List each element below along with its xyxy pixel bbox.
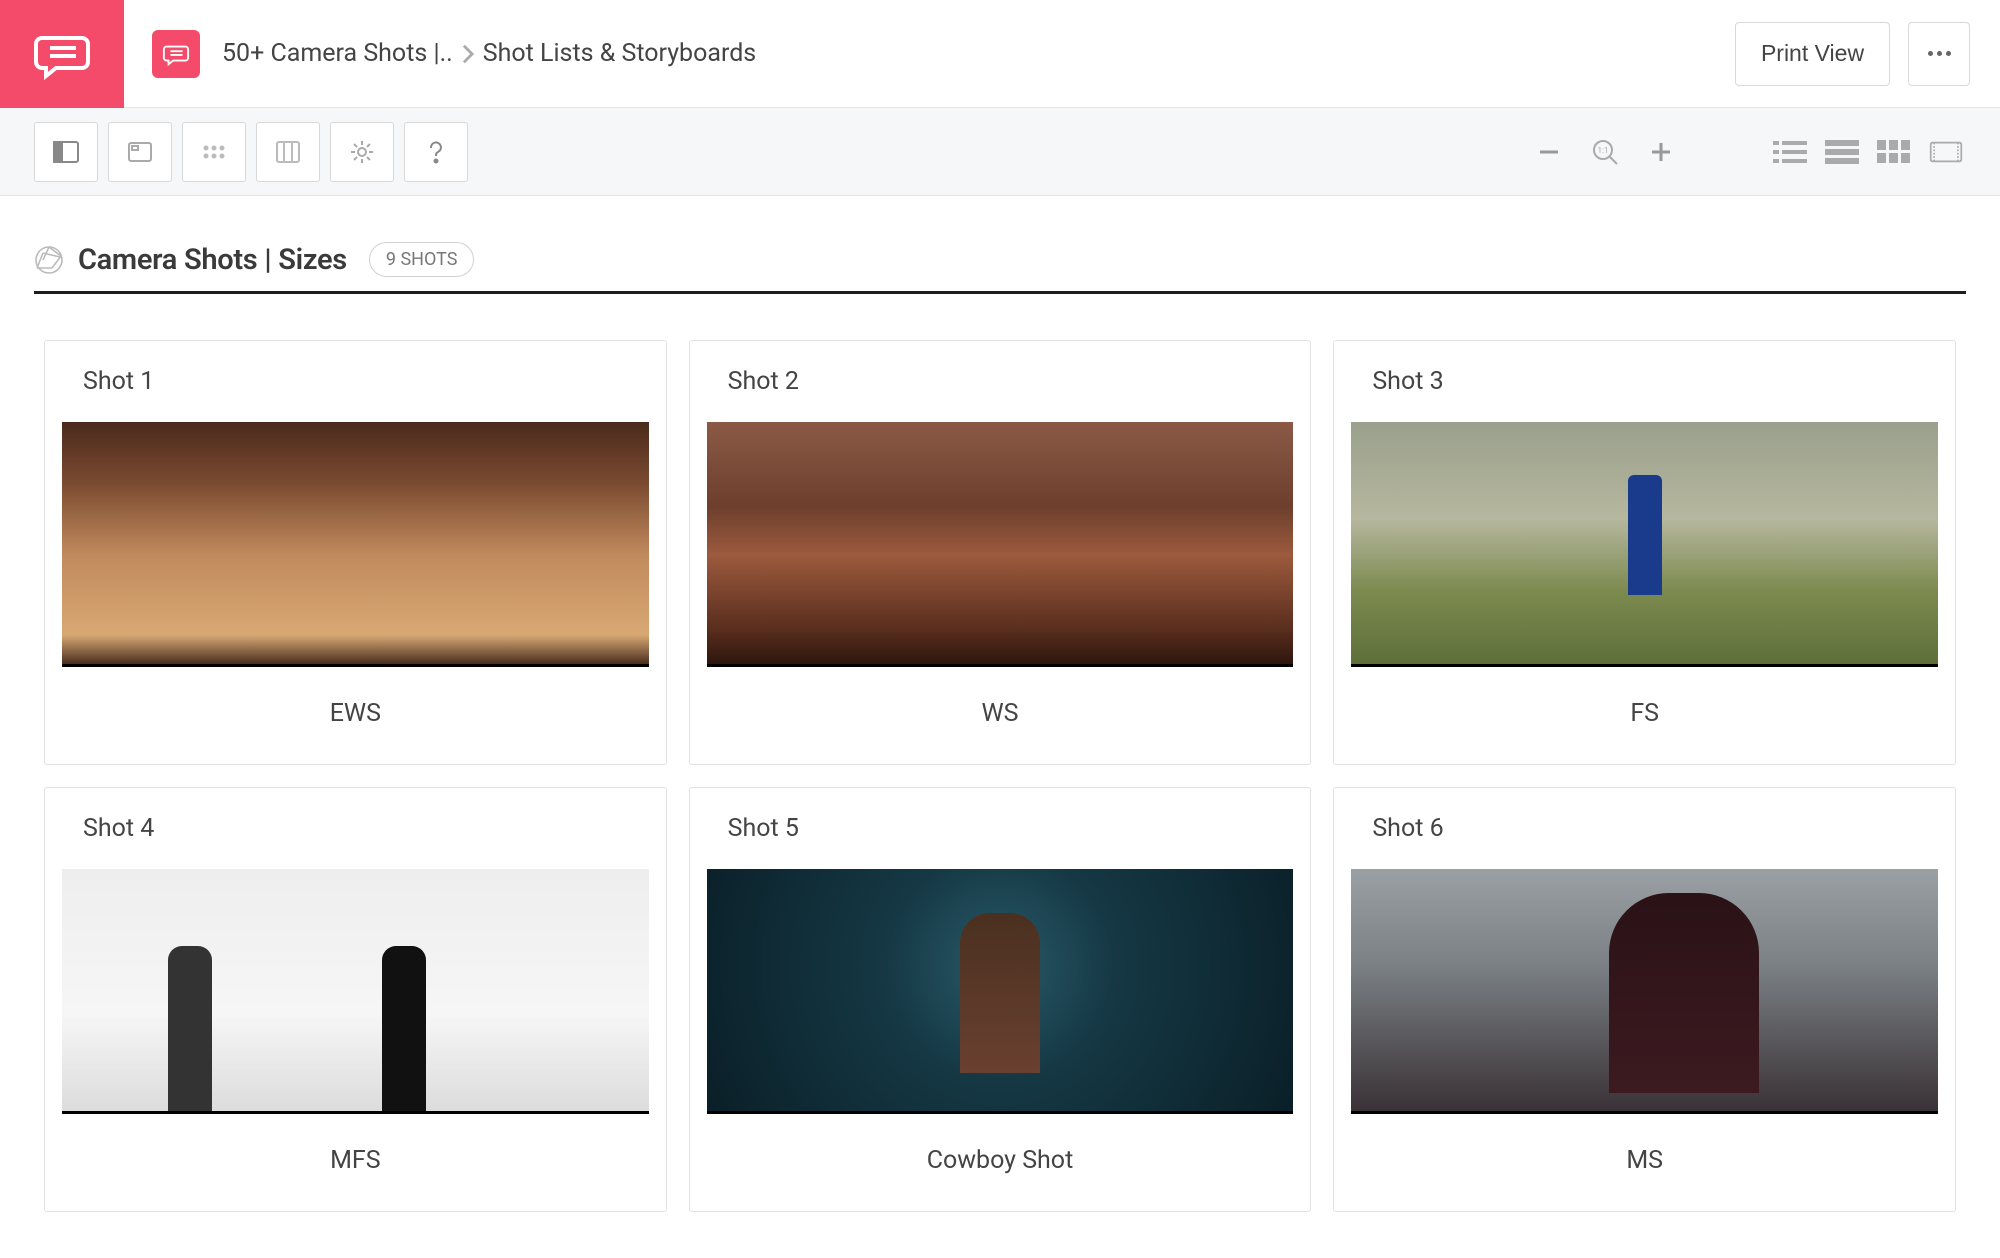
gear-icon: [347, 137, 377, 167]
shot-card[interactable]: Shot 2 WS: [689, 340, 1312, 765]
minus-icon: [1534, 137, 1564, 167]
shot-grid: Shot 1EWSShot 2WSShot 3FSShot 4MFSShot 5…: [0, 294, 2000, 1258]
svg-text:1:1: 1:1: [1598, 146, 1609, 155]
sidebar-toggle-button[interactable]: [34, 122, 98, 182]
grid-view-button[interactable]: [1874, 135, 1914, 169]
shot-type-label: EWS: [45, 667, 666, 764]
shot-title: Shot 2: [690, 341, 1311, 422]
grid-icon: [1877, 139, 1911, 165]
shot-thumbnail: [62, 869, 649, 1114]
print-view-button[interactable]: Print View: [1735, 22, 1890, 86]
app-logo[interactable]: [0, 0, 124, 108]
shot-thumbnail: [707, 422, 1294, 667]
list-icon: [1825, 139, 1859, 165]
filmstrip-icon: [1929, 139, 1963, 165]
help-button[interactable]: [404, 122, 468, 182]
shot-card[interactable]: Shot 4 MFS: [44, 787, 667, 1212]
toolbar-left: [34, 122, 468, 182]
breadcrumb-root[interactable]: 50+ Camera Shots |..: [222, 39, 453, 68]
section-title: Camera Shots | Sizes: [78, 243, 347, 277]
shot-card[interactable]: Shot 6 MS: [1333, 787, 1956, 1212]
list-view-button[interactable]: [1822, 135, 1862, 169]
settings-button[interactable]: [330, 122, 394, 182]
panel-left-icon: [51, 137, 81, 167]
breadcrumb: 50+ Camera Shots |.. Shot Lists & Storyb…: [124, 30, 1735, 78]
more-horizontal-icon: [1928, 51, 1951, 56]
columns-button[interactable]: [256, 122, 320, 182]
plus-icon: [1646, 137, 1676, 167]
frame-icon: [125, 137, 155, 167]
shot-thumbnail: [707, 869, 1294, 1114]
chat-bubble-icon: [32, 24, 92, 84]
shot-thumbnail: [62, 422, 649, 667]
shot-card[interactable]: Shot 1 EWS: [44, 340, 667, 765]
shot-card[interactable]: Shot 3 FS: [1333, 340, 1956, 765]
shot-title: Shot 5: [690, 788, 1311, 869]
more-menu-button[interactable]: [1908, 22, 1970, 86]
header-actions: Print View: [1735, 22, 2000, 86]
shot-title: Shot 3: [1334, 341, 1955, 422]
chevron-right-icon: [461, 43, 475, 65]
zoom-out-button[interactable]: [1532, 135, 1566, 169]
view-mode-group: [1770, 135, 1966, 169]
breadcrumb-current: Shot Lists & Storyboards: [483, 39, 756, 68]
grid-button[interactable]: [182, 122, 246, 182]
list-compact-view-button[interactable]: [1770, 135, 1810, 169]
columns-icon: [273, 137, 303, 167]
grid-dots-icon: [199, 137, 229, 167]
shot-type-label: MFS: [45, 1114, 666, 1211]
shot-card[interactable]: Shot 5 Cowboy Shot: [689, 787, 1312, 1212]
question-icon: [421, 137, 451, 167]
chat-bubble-icon: [162, 40, 190, 68]
zoom-reset-button[interactable]: 1:1: [1588, 135, 1622, 169]
shot-title: Shot 4: [45, 788, 666, 869]
toolbar-right: 1:1: [1532, 135, 1966, 169]
shot-type-label: Cowboy Shot: [690, 1114, 1311, 1211]
project-icon[interactable]: [152, 30, 200, 78]
shot-type-label: WS: [690, 667, 1311, 764]
frame-button[interactable]: [108, 122, 172, 182]
shot-type-label: FS: [1334, 667, 1955, 764]
filmstrip-view-button[interactable]: [1926, 135, 1966, 169]
shot-thumbnail: [1351, 422, 1938, 667]
shot-title: Shot 1: [45, 341, 666, 422]
aperture-icon: [34, 245, 64, 275]
section-header: Camera Shots | Sizes 9 SHOTS: [0, 196, 2000, 291]
shot-count-badge: 9 SHOTS: [369, 242, 475, 277]
app-header: 50+ Camera Shots |.. Shot Lists & Storyb…: [0, 0, 2000, 108]
shot-title: Shot 6: [1334, 788, 1955, 869]
shot-type-label: MS: [1334, 1114, 1955, 1211]
list-compact-icon: [1773, 139, 1807, 165]
zoom-in-button[interactable]: [1644, 135, 1678, 169]
toolbar: 1:1: [0, 108, 2000, 196]
magnifier-icon: 1:1: [1590, 137, 1620, 167]
shot-thumbnail: [1351, 869, 1938, 1114]
